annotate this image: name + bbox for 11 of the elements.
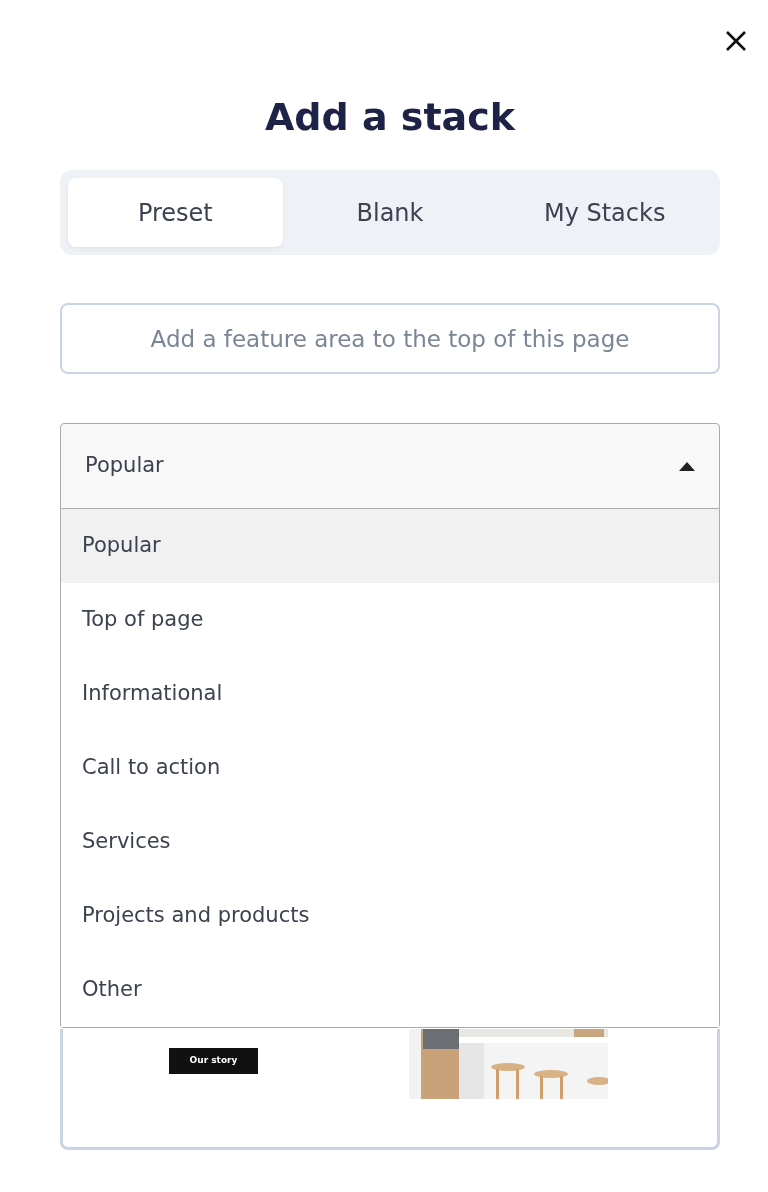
search-field[interactable]: Add a feature area to the top of this page (60, 303, 720, 374)
close-icon (724, 28, 748, 53)
tab[interactable]: Blank (282, 178, 498, 247)
tab[interactable]: My Stacks (497, 178, 712, 247)
dialog-title: Add a stack (263, 94, 517, 141)
stack-preview-card[interactable]: Our story (60, 1029, 720, 1150)
tab[interactable]: Preset (68, 178, 283, 247)
close-button[interactable] (724, 28, 748, 52)
our-story-button: Our story (169, 1048, 258, 1074)
category-dropdown[interactable]: Popular (60, 423, 720, 509)
dropdown-option[interactable]: Popular (61, 509, 719, 583)
